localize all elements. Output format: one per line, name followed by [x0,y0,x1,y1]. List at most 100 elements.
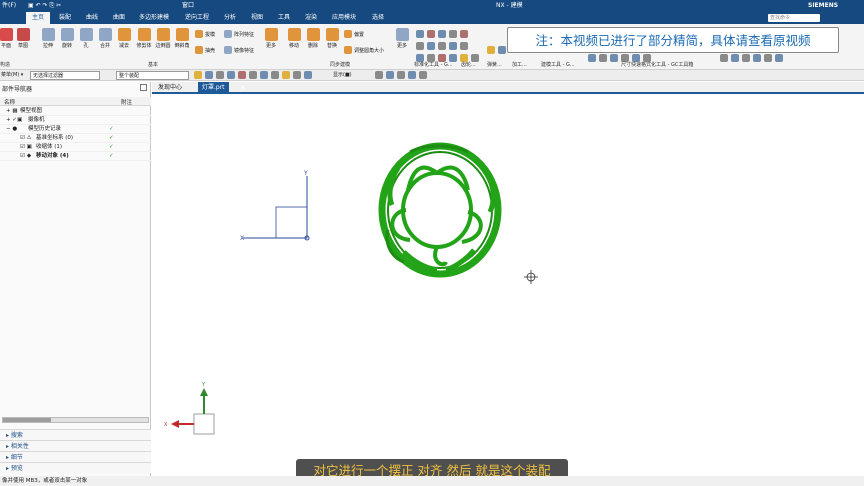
window-menu[interactable]: 窗口 [182,0,194,12]
tab-reverse-engineering[interactable]: 逆向工程 [185,12,209,24]
menu-button[interactable]: 菜单(M) ▾ [1,71,23,80]
offset-button[interactable]: 偏置 [344,30,364,38]
window-title: NX - 建模 [496,2,523,9]
check-icon: ✓ [109,135,114,141]
section-preview[interactable]: ▸ 预览 [0,462,151,473]
draft-icon [195,30,203,38]
tree-row-cameras[interactable]: + ✓▣ 摄像机 [0,116,151,125]
replace-face-icon [325,28,339,41]
more-sync-button[interactable]: 更多 [392,28,412,49]
document-tabs: 发现中心 灯罩.prt ✕ [152,82,864,94]
tab-tools[interactable]: 工具 [278,12,290,24]
hole-button[interactable]: 孔 [76,28,96,49]
sketch-icon [16,28,30,41]
more-icon [264,28,278,41]
navigator-scrollbar[interactable] [2,417,149,423]
navigator-column-header: 名称 附注 [0,97,151,106]
mirror-feature-icon [224,46,232,54]
check-icon: ✓ [109,144,114,150]
triad-y-label: Y [201,382,206,388]
title-bar: 件(F) ▣ ↶ ↷ ⎘ ✂ 窗口 NX - 建模 SIEMENS [0,0,864,12]
unite-button[interactable]: 合并 [95,28,115,49]
file-menu[interactable]: 件(F) [2,0,16,12]
subtract-icon [117,28,131,41]
selection-bar: 菜单(M) ▾ 无选择过滤器 整个装配 显示(■) [0,70,864,81]
lampshade-model[interactable] [378,142,502,278]
siemens-logo: SIEMENS [808,2,839,9]
tab-analysis[interactable]: 分析 [224,12,236,24]
display-mode-icons[interactable] [375,71,430,79]
edge-blend-icon [156,28,170,41]
check-icon: ✓ [109,153,114,159]
revolve-button[interactable]: 旋转 [57,28,77,49]
resize-blend-icon [344,46,352,54]
gear-tools-icons[interactable] [416,42,471,50]
csys-x-label: X [240,235,244,242]
navigator-title: 部件导航器 [2,86,33,93]
view-triad [171,388,215,435]
tab-discovery-center[interactable]: 发现中心 [154,82,186,94]
close-icon[interactable]: ✕ [240,82,246,94]
gc-toolbox-icons[interactable] [487,46,509,54]
tab-render[interactable]: 渲染 [305,12,317,24]
hole-icon [79,28,93,41]
sketch-button[interactable]: 草图 [13,28,33,49]
extrude-icon [41,28,55,41]
tab-view[interactable]: 视图 [251,12,263,24]
scrollbar-thumb[interactable] [3,418,51,422]
move-face-button[interactable]: 移动 [284,28,304,49]
tab-polygon-modeling[interactable]: 多边形建模 [139,12,169,24]
selection-filter-dropdown[interactable]: 无选择过滤器 [30,71,100,80]
trim-body-icon [137,28,151,41]
snap-point-icons[interactable] [194,71,315,79]
tab-select[interactable]: 选择 [372,12,384,24]
pattern-feature-button[interactable]: 阵列特征 [224,30,254,38]
gc-tools-icons[interactable] [720,54,786,62]
snap-display-button[interactable]: 显示(■) [333,71,352,80]
tree-row-move-object[interactable]: ☑ ◆ 移动对象 (4) ✓ [0,152,151,161]
tree-row-model-views[interactable]: + ▦ 模型视图 [0,107,151,116]
group-modeling-tools: 建模工具 - G... [541,62,575,68]
tree-row-datum-csys[interactable]: ☑ ⚠ 基准坐标系 (0) ✓ [0,134,151,143]
unite-icon [98,28,112,41]
edge-blend-button[interactable]: 边倒圆 [153,28,173,49]
save-icon[interactable]: ▣ ↶ ↷ ⎘ ✂ [28,0,61,12]
graphics-window[interactable]: X Y Y X [152,96,864,476]
selection-scope-dropdown[interactable]: 整个装配 [116,71,189,80]
tab-surface[interactable]: 曲面 [113,12,125,24]
more-basic-button[interactable]: 更多 [261,28,281,49]
shell-button[interactable]: 抽壳 [195,46,215,54]
replace-face-button[interactable]: 替换 [322,28,342,49]
tab-home[interactable]: 主页 [26,12,50,24]
resize-blend-button[interactable]: 调整圆角大小 [344,46,384,54]
extrude-button[interactable]: 拉伸 [38,28,58,49]
section-details[interactable]: ▸ 细节 [0,451,151,462]
tree-row-shrink-body[interactable]: ☑ ▣ 收缩体 (1) ✓ [0,143,151,152]
delete-face-button[interactable]: 删除 [303,28,323,49]
group-sync-modeling: 同步建模 [330,62,351,68]
column-notes[interactable]: 附注 [121,98,132,106]
command-search-input[interactable]: 查找命令 [768,14,820,22]
chamfer-button[interactable]: 倒斜角 [172,28,192,49]
group-basic: 基本 [148,62,159,68]
nx-window: 件(F) ▣ ↶ ↷ ⎘ ✂ 窗口 NX - 建模 SIEMENS 主页 装配 … [0,0,864,486]
group-dimension-format: 尺寸快速格式化工具 - GC工具箱 [621,62,694,68]
mirror-feature-button[interactable]: 镜像特征 [224,46,254,54]
group-gear: 齿轮... [461,62,476,68]
tab-curve[interactable]: 曲线 [86,12,98,24]
plane-icon [0,28,13,41]
standard-tools-icons[interactable] [416,30,471,38]
maximize-icon[interactable] [140,84,147,91]
section-search[interactable]: ▸ 搜索 [0,429,151,440]
column-name[interactable]: 名称 [4,98,15,106]
tree-row-model-history[interactable]: − ● 模型历史记录 ✓ [0,125,151,134]
section-dependencies[interactable]: ▸ 相关性 [0,440,151,451]
group-standard-tools: 标准化工具 - G... [414,62,453,68]
group-construct: 构造 [0,62,11,68]
draft-button[interactable]: 拔模 [195,30,215,38]
subtract-button[interactable]: 减去 [114,28,134,49]
tab-assembly[interactable]: 装配 [59,12,71,24]
tab-applications[interactable]: 应用模块 [332,12,356,24]
tab-lampshade-part[interactable]: 灯罩.prt [198,82,229,94]
trim-body-button[interactable]: 修剪体 [134,28,154,49]
